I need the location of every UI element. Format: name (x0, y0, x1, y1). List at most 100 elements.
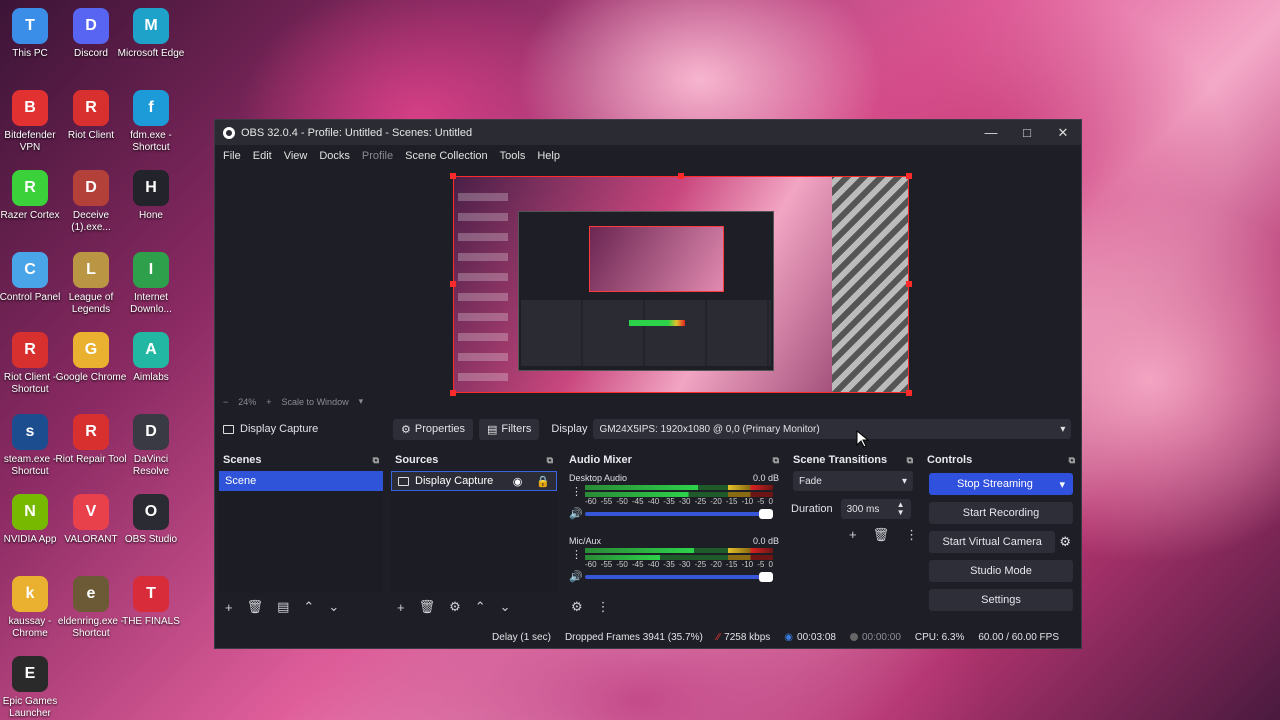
trash-icon[interactable]: 🗑 (247, 599, 264, 615)
scale-tick: -20 (710, 560, 722, 569)
sources-list[interactable]: Display Capture ◉ 🔒 (391, 471, 557, 593)
move-up-icon[interactable]: ⌃ (303, 599, 314, 615)
speaker-icon[interactable]: 🔊 (569, 570, 583, 583)
undock-icon[interactable]: ⧉ (1069, 455, 1075, 466)
add-icon[interactable]: + (849, 527, 857, 543)
scale-tick: -15 (725, 497, 738, 506)
scale-tick: -55 (600, 560, 613, 569)
move-down-icon[interactable]: ⌄ (500, 599, 511, 615)
menu-scene-collection[interactable]: Scene Collection (399, 150, 494, 162)
move-down-icon[interactable]: ⌄ (328, 599, 339, 615)
bitrate-status: ∕∕ 7258 kbps (717, 632, 771, 643)
scenes-list[interactable]: Scene (219, 471, 383, 593)
resize-handle[interactable] (450, 281, 456, 287)
menu-edit[interactable]: Edit (247, 150, 278, 162)
scale-tick: -15 (725, 560, 738, 569)
undock-icon[interactable]: ⧉ (773, 455, 779, 466)
close-button[interactable]: ✕ (1045, 120, 1081, 145)
desktop-icon[interactable]: A Aimlabs (115, 332, 187, 384)
desktop-icon[interactable]: D DaVinci Resolve (115, 414, 187, 478)
desktop-icon[interactable]: I Internet Downlo... (115, 252, 187, 316)
start-virtual-camera-button[interactable]: Start Virtual Camera (929, 531, 1056, 553)
menu-file[interactable]: File (217, 150, 247, 162)
gear-icon[interactable]: ⚙ (571, 599, 583, 615)
resize-handle[interactable] (450, 173, 456, 179)
steam-icon: s (12, 414, 48, 450)
scenes-title: Scenes (223, 454, 262, 466)
add-icon[interactable]: + (397, 600, 405, 615)
add-icon[interactable]: + (225, 600, 233, 615)
filters-button[interactable]: ▤ Filters (479, 418, 540, 440)
volume-slider[interactable] (585, 509, 773, 519)
trash-icon[interactable]: 🗑 (419, 599, 436, 615)
properties-label: Properties (414, 423, 466, 435)
resize-handle[interactable] (906, 390, 912, 396)
duration-input[interactable]: 300 ms ▲ ▼ (840, 499, 911, 519)
list-item[interactable]: Display Capture ◉ 🔒 (391, 471, 557, 491)
nested-docks (521, 300, 771, 366)
desktop-icon[interactable]: E Epic Games Launcher (0, 656, 66, 720)
chevron-down-icon[interactable]: ▾ (1059, 478, 1065, 491)
desktop-icon-label: fdm.exe - Shortcut (130, 130, 172, 153)
volume-slider[interactable] (585, 572, 773, 582)
zoom-out-button[interactable]: − (223, 397, 228, 407)
zoom-level: 24% (238, 396, 257, 407)
gear-icon[interactable]: ⚙ (1059, 534, 1071, 550)
minimize-button[interactable]: — (973, 120, 1009, 145)
preview-canvas[interactable] (453, 176, 909, 393)
scale-mode[interactable]: Scale to Window (282, 397, 349, 407)
desktop-icon[interactable]: O OBS Studio (115, 494, 187, 546)
resize-handle[interactable] (906, 173, 912, 179)
undock-icon[interactable]: ⧉ (907, 455, 913, 466)
desktop-icon[interactable]: f fdm.exe - Shortcut (115, 90, 187, 154)
menu-tools[interactable]: Tools (494, 150, 532, 162)
stop-streaming-button[interactable]: Stop Streaming ▾ (929, 473, 1073, 495)
studio-mode-button[interactable]: Studio Mode (929, 560, 1073, 582)
start-recording-button[interactable]: Start Recording (929, 502, 1073, 524)
menu-view[interactable]: View (278, 150, 314, 162)
trash-icon[interactable]: 🗑 (873, 527, 890, 543)
desktop-icon-label: Internet Downlo... (130, 292, 172, 315)
dropped-frames-status: Dropped Frames 3941 (35.7%) (564, 631, 703, 643)
scale-tick: -25 (694, 560, 707, 569)
filter-icon[interactable]: ▤ (277, 599, 289, 615)
window-title: OBS 32.0.4 - Profile: Untitled - Scenes:… (241, 126, 473, 139)
gear-icon[interactable]: ⚙ (449, 599, 461, 615)
move-up-icon[interactable]: ⌃ (475, 599, 486, 615)
transition-value: Fade (799, 475, 822, 487)
transition-actions: + 🗑 ⋮ (789, 519, 918, 543)
resize-handle[interactable] (450, 390, 456, 396)
menu-help[interactable]: Help (531, 150, 566, 162)
resize-handle[interactable] (906, 281, 912, 287)
more-icon[interactable]: ⋮ (571, 485, 582, 498)
volume-slider-knob[interactable] (759, 509, 773, 519)
menu-docks[interactable]: Docks (313, 150, 356, 162)
volume-slider-knob[interactable] (759, 572, 773, 582)
maximize-button[interactable]: □ (1009, 120, 1045, 145)
desktop-icon[interactable]: T THE FINALS (115, 576, 187, 628)
settings-button[interactable]: Settings (929, 589, 1073, 611)
preview-area[interactable] (215, 168, 1081, 408)
more-icon[interactable]: ⋮ (571, 548, 582, 561)
lock-icon[interactable]: 🔒 (536, 475, 550, 488)
sources-title: Sources (395, 454, 439, 466)
spin-icon[interactable]: ▲ ▼ (897, 501, 905, 517)
desktop-icon[interactable]: M Microsoft Edge (115, 8, 187, 60)
transition-select[interactable]: Fade ▾ (793, 471, 913, 491)
stream-time-status: ◉ 00:03:08 (784, 632, 836, 643)
resize-handle[interactable] (678, 173, 684, 179)
title-bar[interactable]: OBS 32.0.4 - Profile: Untitled - Scenes:… (215, 120, 1081, 145)
more-icon[interactable]: ⋮ (597, 599, 610, 615)
undock-icon[interactable]: ⧉ (547, 455, 553, 466)
more-icon[interactable]: ⋮ (905, 527, 918, 543)
list-item[interactable]: Scene (219, 471, 383, 491)
display-select[interactable]: GM24X5IPS: 1920x1080 @ 0,0 (Primary Moni… (593, 419, 1072, 439)
zoom-in-button[interactable]: + (266, 397, 271, 407)
speaker-icon[interactable]: 🔊 (569, 507, 583, 520)
undock-icon[interactable]: ⧉ (373, 455, 379, 466)
desktop-icon[interactable]: H Hone (115, 170, 187, 222)
chevron-down-icon[interactable]: ▾ (359, 396, 364, 407)
eye-icon[interactable]: ◉ (513, 475, 523, 488)
menu-profile[interactable]: Profile (356, 150, 399, 162)
properties-button[interactable]: ⚙ Properties (393, 418, 474, 440)
